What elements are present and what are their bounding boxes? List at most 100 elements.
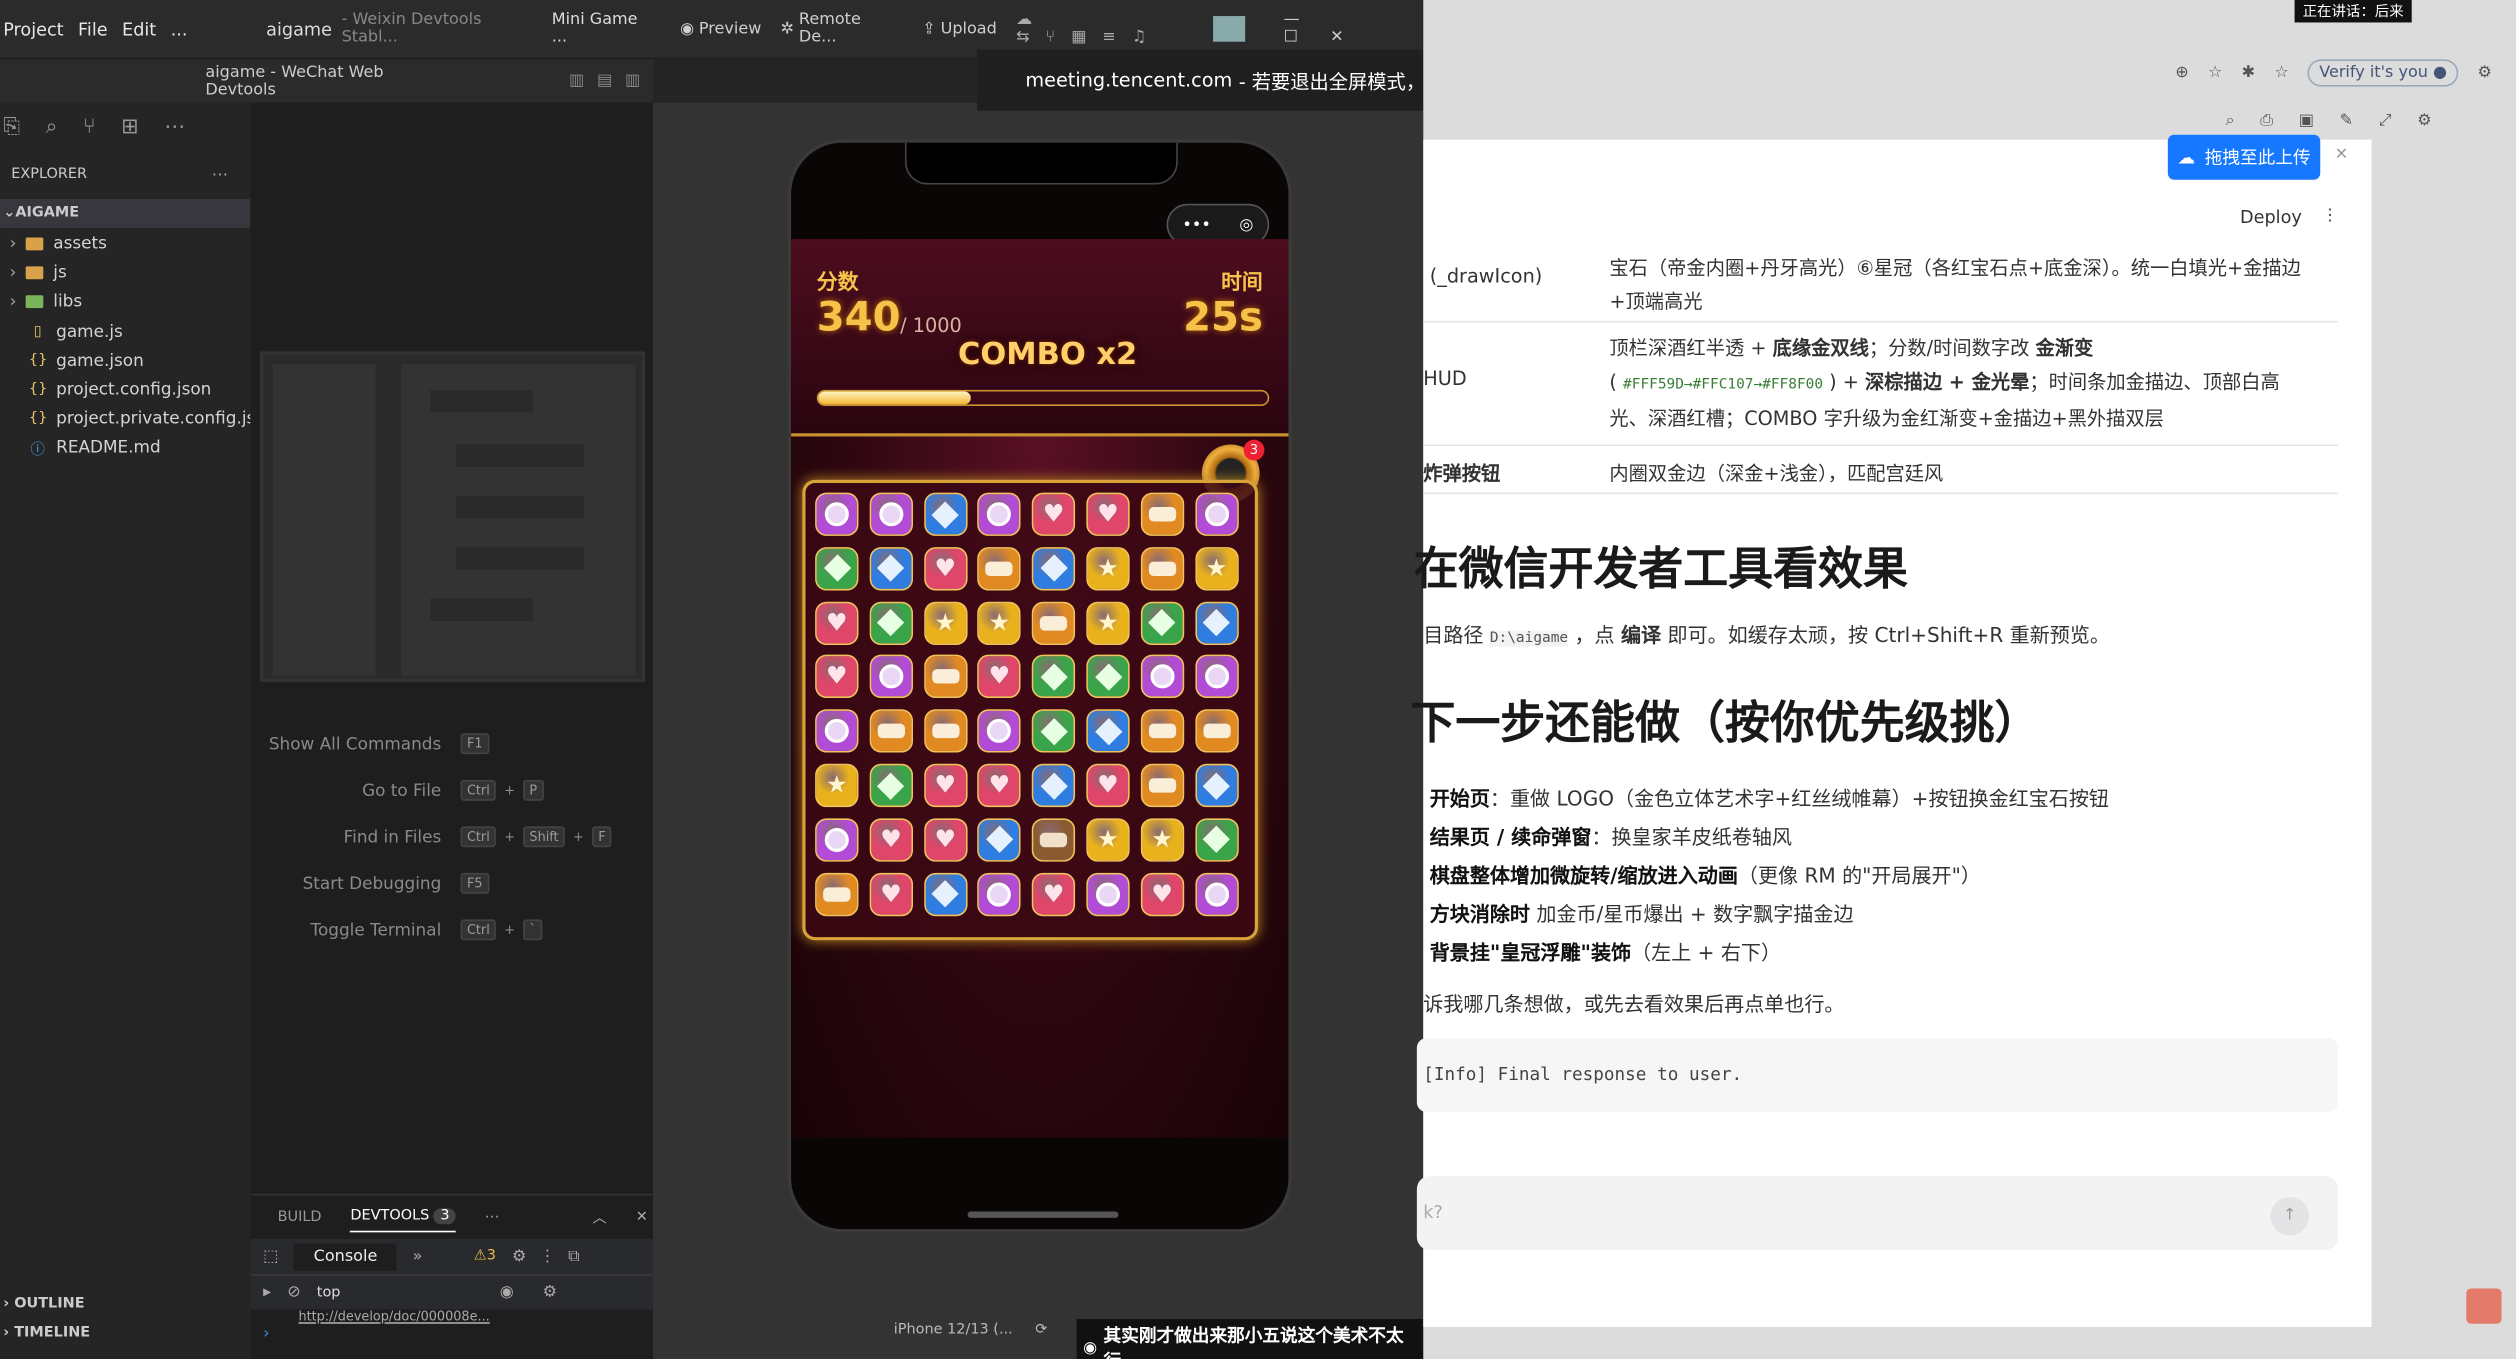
welcome-command[interactable]: Start Debugging F5 <box>250 872 653 894</box>
close-upload-icon[interactable]: ✕ <box>2335 146 2348 164</box>
avatar[interactable] <box>1213 16 1246 42</box>
favorites-icon[interactable]: ☆ <box>2274 63 2288 81</box>
gem-tile[interactable] <box>923 655 967 699</box>
gem-tile[interactable]: ♥ <box>1086 492 1130 536</box>
gem-tile[interactable] <box>1194 655 1239 699</box>
gem-tile[interactable] <box>1032 763 1076 808</box>
explorer-item[interactable]: {} project.private.config.js... <box>0 405 271 434</box>
verify-button[interactable]: Verify it's you ● <box>2307 58 2459 86</box>
gem-tile[interactable] <box>815 709 859 753</box>
gem-tile[interactable] <box>1140 492 1184 536</box>
gem-tile[interactable] <box>869 709 913 753</box>
gem-tile[interactable]: ♥ <box>977 763 1022 808</box>
timeline-section[interactable]: › TIMELINE <box>0 1325 250 1354</box>
gem-tile[interactable]: ♥ <box>923 818 967 862</box>
explorer-item[interactable]: › js <box>0 259 250 288</box>
explorer-item[interactable]: ⓘ README.md <box>0 434 250 463</box>
gem-tile[interactable]: ♥ <box>1032 492 1076 536</box>
gem-tile[interactable] <box>977 492 1022 536</box>
console-link[interactable]: http://develop/doc/000008e... <box>250 1309 653 1325</box>
gem-tile[interactable] <box>977 872 1022 916</box>
gem-tile[interactable]: ♥ <box>977 655 1022 699</box>
chat-input[interactable]: k? <box>1416 1176 2338 1250</box>
workspace-root[interactable]: ⌄ AIGAME <box>0 198 251 228</box>
gem-tile[interactable]: ★ <box>1140 818 1184 862</box>
gem-tile[interactable]: ♥ <box>923 763 967 808</box>
gem-tile[interactable] <box>1086 709 1130 753</box>
layout-icons[interactable]: ▥▤▥ <box>569 72 653 90</box>
zoom-icon[interactable]: ⊕ <box>2175 63 2188 81</box>
clear-console-icon[interactable]: ⊘ <box>287 1284 300 1302</box>
pdf-icon[interactable] <box>2466 1288 2502 1324</box>
welcome-command[interactable]: Find in Files Ctrl + Shift + F <box>250 826 653 848</box>
gem-tile[interactable] <box>1140 655 1184 699</box>
upload-drop-button[interactable]: ☁ 拖拽至此上传 <box>2167 134 2321 180</box>
toolbar-icons[interactable]: ☁⇆⑂▦≡♫ <box>1016 11 1194 46</box>
gem-tile[interactable] <box>815 492 859 536</box>
menu-edit[interactable]: Edit <box>122 18 156 39</box>
gem-tile[interactable] <box>1194 763 1239 808</box>
gem-tile[interactable]: ♥ <box>923 546 967 591</box>
more-icon[interactable]: ••• <box>1182 216 1210 234</box>
tab-build[interactable]: BUILD <box>278 1209 322 1225</box>
close-icon[interactable]: ✕ <box>636 1209 648 1225</box>
game-board[interactable]: ♥ ♥ ♥ ★ ★ ♥ ★ ★ ★ ♥ ♥ ★ ♥ ♥ ♥ ♥ ♥ ★ ★ ♥ ♥ ♥ <box>802 479 1259 941</box>
gem-tile[interactable] <box>869 546 913 591</box>
deploy-button[interactable]: Deploy <box>2240 207 2302 228</box>
gem-tile[interactable] <box>815 818 859 862</box>
gem-tile[interactable] <box>815 546 859 591</box>
gem-tile[interactable] <box>869 763 913 808</box>
gem-tile[interactable]: ★ <box>977 601 1022 645</box>
gem-tile[interactable]: ★ <box>1086 818 1130 862</box>
gem-tile[interactable] <box>1194 818 1239 862</box>
gem-tile[interactable] <box>1140 601 1184 645</box>
explorer-item[interactable]: ▯ game.js <box>0 317 250 346</box>
browser-menu-icon[interactable]: ⚙ <box>2478 63 2492 81</box>
gem-tile[interactable] <box>923 492 967 536</box>
gem-tile[interactable] <box>1194 601 1239 645</box>
eye-filter-icon[interactable]: ◉ <box>500 1284 514 1302</box>
gem-tile[interactable] <box>1194 709 1239 753</box>
gem-tile[interactable] <box>1140 546 1184 591</box>
tab-console[interactable]: Console <box>294 1242 397 1271</box>
gem-tile[interactable]: ♥ <box>869 818 913 862</box>
sidebar-toggle-icon[interactable]: ▸ <box>263 1284 271 1302</box>
gem-tile[interactable]: ♥ <box>815 655 859 699</box>
explorer-item[interactable]: › assets <box>0 229 250 258</box>
explorer-item[interactable]: › libs <box>0 288 250 317</box>
gem-tile[interactable] <box>923 709 967 753</box>
page-tool-icons[interactable]: ⌕ ⎙ ▣ ✎ ⤢ ⚙ <box>2226 112 2432 130</box>
device-select[interactable]: iPhone 12/13 (... <box>894 1322 1013 1338</box>
gem-tile[interactable] <box>1032 601 1076 645</box>
chevron-up-icon[interactable]: ︿ <box>592 1207 606 1227</box>
preview-button[interactable]: ◉ Preview <box>680 20 761 38</box>
welcome-command[interactable]: Toggle Terminal Ctrl + ` <box>250 919 653 941</box>
gem-tile[interactable]: ♥ <box>1032 872 1076 916</box>
extensions-icon[interactable]: ✱ <box>2242 63 2255 81</box>
activity-icons[interactable]: ⎘ ⌕ ⑂ ⊞ ⋯ <box>0 103 250 151</box>
gem-tile[interactable] <box>923 872 967 916</box>
gem-tile[interactable]: ★ <box>1086 601 1130 645</box>
menu-file[interactable]: File <box>78 18 108 39</box>
welcome-command[interactable]: Go to File Ctrl + P <box>250 779 653 801</box>
mode-select[interactable]: Mini Game ... <box>552 11 658 46</box>
inspect-icon[interactable]: ⬚ <box>263 1248 278 1266</box>
gem-tile[interactable]: ♥ <box>815 601 859 645</box>
gem-tile[interactable]: ★ <box>1194 546 1239 591</box>
gem-tile[interactable] <box>869 601 913 645</box>
more-tabs-icon[interactable]: » <box>413 1248 423 1266</box>
menu-more[interactable]: ... <box>171 18 188 39</box>
remote-debug-button[interactable]: ✲ Remote De... <box>781 11 903 46</box>
gem-tile[interactable] <box>1140 709 1184 753</box>
star-icon[interactable]: ☆ <box>2208 63 2222 81</box>
gem-tile[interactable] <box>1032 709 1076 753</box>
gem-tile[interactable]: ♥ <box>1086 763 1130 808</box>
gem-tile[interactable] <box>1194 492 1239 536</box>
warning-count[interactable]: ⚠3 <box>474 1248 496 1264</box>
gem-tile[interactable] <box>977 818 1022 862</box>
gem-tile[interactable]: ♥ <box>869 872 913 916</box>
gem-tile[interactable] <box>869 655 913 699</box>
explorer-item[interactable]: {} project.config.json <box>0 375 250 404</box>
gem-tile[interactable]: ★ <box>923 601 967 645</box>
explorer-item[interactable]: {} game.json <box>0 346 250 375</box>
